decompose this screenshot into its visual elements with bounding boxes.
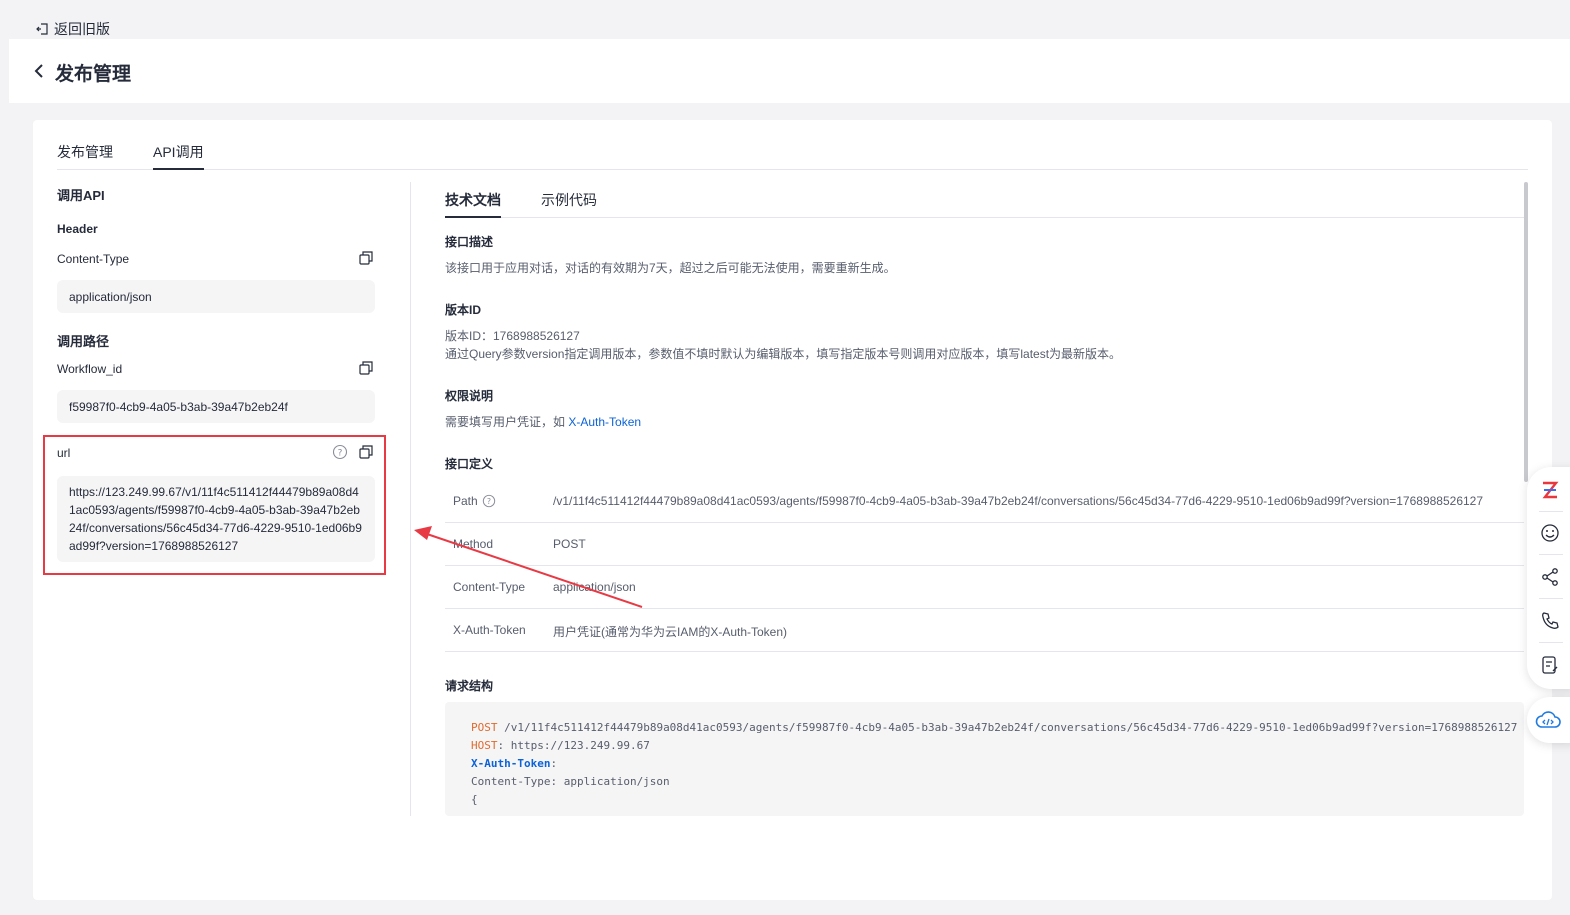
divider: [1539, 511, 1563, 512]
def-value: POST: [553, 537, 586, 551]
header-label: Header: [57, 222, 98, 236]
exit-icon: [36, 23, 48, 35]
main-card: 发布管理 API调用 调用API Header Content-Type app…: [33, 120, 1552, 900]
back-old-label: 返回旧版: [54, 21, 110, 37]
chevron-left-icon[interactable]: [33, 63, 45, 79]
workflow-id-label: Workflow_id: [57, 362, 123, 376]
def-key: Path: [453, 494, 478, 508]
auth-text-body: 需要填写用户凭证，如: [445, 415, 569, 429]
version-note: 通过Query参数version指定调用版本，参数值不填时默认为编辑版本，填写指…: [445, 347, 1122, 361]
auth-title: 权限说明: [445, 389, 494, 403]
table-row: Method POST: [445, 523, 1524, 566]
call-path-title: 调用路径: [57, 334, 110, 349]
floating-toolbar: [1527, 467, 1570, 689]
tab-tech-docs[interactable]: 技术文档: [445, 190, 501, 218]
def-value: application/json: [553, 580, 636, 594]
back-old-version-link[interactable]: 返回旧版: [36, 19, 110, 39]
copy-icon[interactable]: [358, 360, 374, 376]
tab-sample-code[interactable]: 示例代码: [541, 190, 597, 218]
content-type-value: application/json: [57, 280, 375, 313]
tab-release-management[interactable]: 发布管理: [57, 142, 113, 170]
scrollbar[interactable]: [1524, 182, 1528, 482]
brand-logo-icon[interactable]: [1539, 479, 1561, 501]
divider: [1539, 598, 1563, 599]
code-keyword: POST: [471, 721, 498, 734]
title-bar: 发布管理: [9, 39, 1570, 103]
svg-text:?: ?: [487, 497, 491, 506]
page-title: 发布管理: [55, 64, 132, 85]
def-title: 接口定义: [445, 457, 494, 471]
share-icon[interactable]: [1539, 566, 1561, 588]
panel-divider: [410, 182, 411, 816]
def-value: 用户凭证(通常为华为云IAM的X-Auth-Token): [553, 625, 788, 639]
auth-token-link[interactable]: X-Auth-Token: [568, 415, 641, 429]
table-row: Path ? /v1/11f4c511412f44479b89a08d41ac0…: [445, 480, 1524, 523]
help-icon[interactable]: ?: [482, 494, 496, 508]
code-keyword: X-Auth-Token: [471, 757, 551, 770]
table-row: X-Auth-Token 用户凭证(通常为华为云IAM的X-Auth-Token…: [445, 609, 1524, 652]
highlight-frame: [43, 435, 386, 575]
copy-icon[interactable]: [358, 250, 374, 266]
code-text: Content-Type: application/json: [471, 775, 670, 788]
code-text: /v1/11f4c511412f44479b89a08d41ac0593/age…: [497, 721, 1524, 734]
request-code-block: POST /v1/11f4c511412f44479b89a08d41ac059…: [445, 702, 1524, 816]
table-row: Content-Type application/json: [445, 566, 1524, 609]
workflow-id-value: f59987f0-4cb9-4a05-b3ab-39a47b2eb24f: [57, 390, 375, 423]
desc-text: 该接口用于应用对话，对话的有效期为7天，超过之后可能无法使用，需要重新生成。: [445, 261, 896, 275]
request-structure-title: 请求结构: [445, 679, 494, 693]
def-key: X-Auth-Token: [453, 623, 526, 637]
auth-text: 需要填写用户凭证，如 X-Auth-Token: [445, 413, 641, 430]
doc-tabs: 技术文档 示例代码: [445, 182, 1524, 218]
divider: [1539, 554, 1563, 555]
main-tabs: 发布管理 API调用: [57, 120, 1528, 170]
code-keyword: HOST: [471, 739, 498, 752]
phone-icon[interactable]: [1539, 610, 1561, 632]
def-key: Content-Type: [453, 580, 526, 594]
def-key: Method: [453, 537, 494, 551]
feedback-icon[interactable]: [1539, 654, 1561, 676]
version-title: 版本ID: [445, 303, 482, 317]
desc-title: 接口描述: [445, 235, 494, 249]
cloud-code-icon[interactable]: [1527, 697, 1570, 743]
call-api-title: 调用API: [57, 188, 105, 203]
content-type-label: Content-Type: [57, 252, 130, 266]
code-text: : https://123.249.99.67: [497, 739, 650, 752]
smile-icon[interactable]: [1539, 522, 1561, 544]
def-value: /v1/11f4c511412f44479b89a08d41ac0593/age…: [553, 494, 1484, 508]
tab-api-call[interactable]: API调用: [153, 142, 204, 170]
version-text: 版本ID：1768988526127: [445, 329, 580, 343]
code-text: {: [471, 793, 478, 806]
code-text: :: [550, 757, 558, 770]
divider: [1539, 642, 1563, 643]
